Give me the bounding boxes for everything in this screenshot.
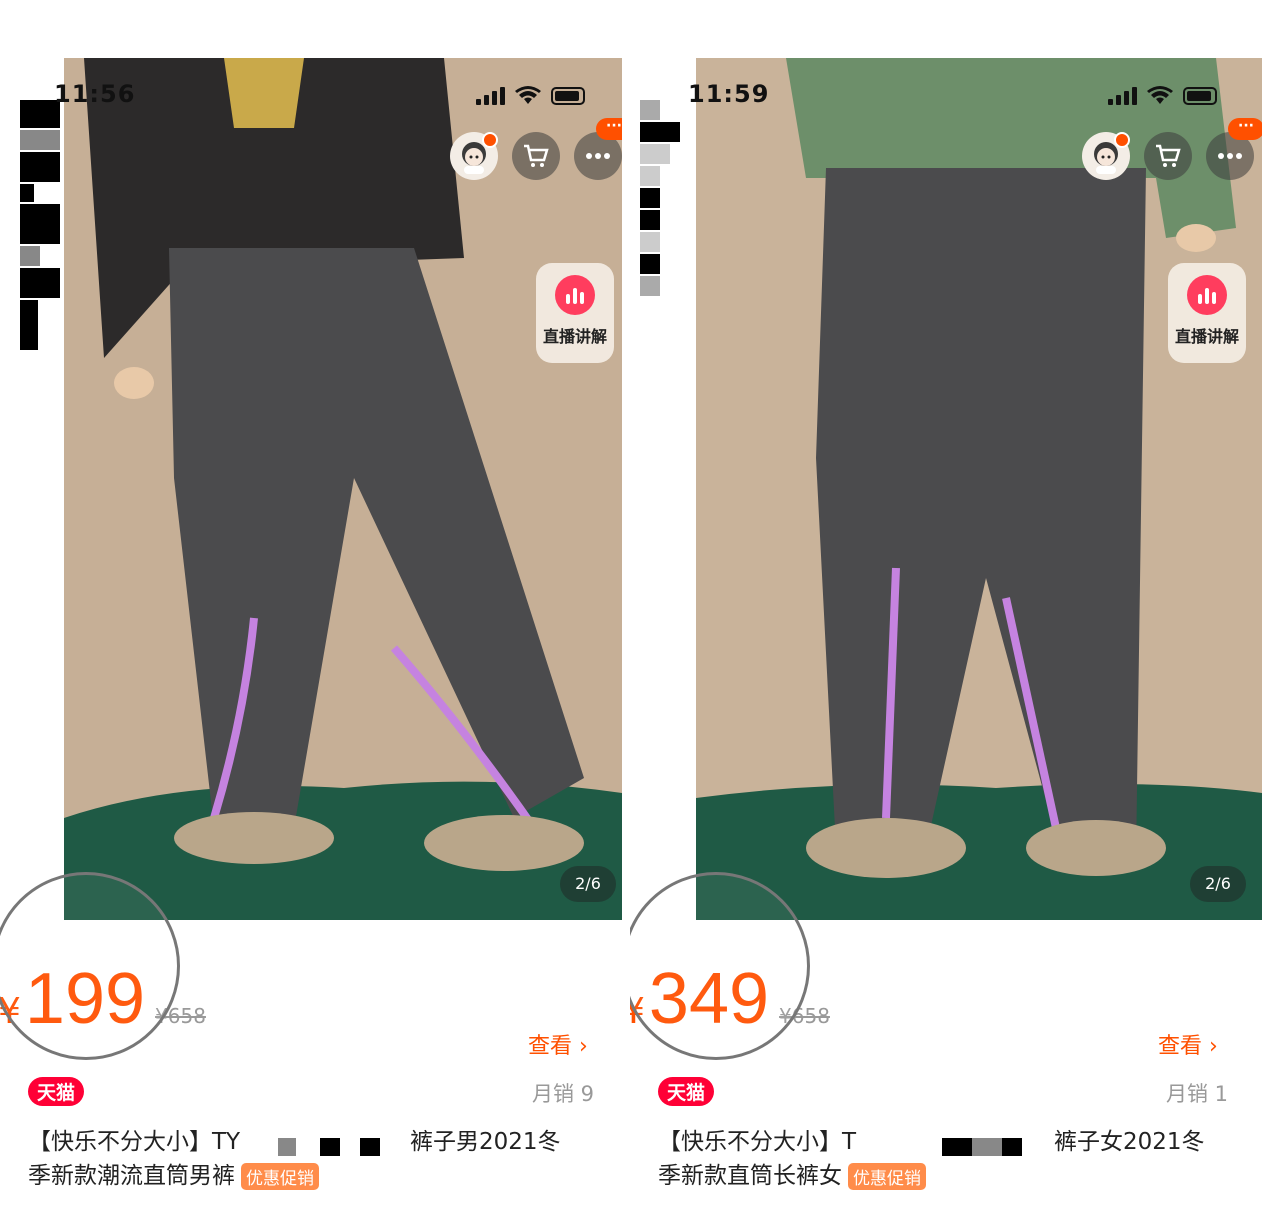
product-title-line2[interactable]: 季新款潮流直筒男裤 优惠促销: [28, 1156, 319, 1190]
product-photo[interactable]: [696, 58, 1262, 920]
redaction-block: [320, 1138, 340, 1156]
cart-icon[interactable]: [1144, 132, 1192, 180]
live-explain-button[interactable]: 直播讲解: [536, 263, 614, 363]
battery-icon: [1183, 87, 1217, 105]
cart-icon[interactable]: [512, 132, 560, 180]
notification-dot: [482, 132, 498, 148]
product-title-line2-text: 季新款直筒长裤女: [658, 1163, 842, 1189]
live-chart-icon: [1187, 275, 1227, 315]
status-icons: [1108, 86, 1217, 106]
more-badge: ···: [1228, 118, 1262, 140]
monthly-sales: 月销 1: [1166, 1082, 1229, 1106]
highlight-circle: [630, 872, 810, 1060]
top-actions: ···: [1082, 118, 1262, 180]
status-time: 11:59: [688, 80, 770, 108]
page-indicator: 2/6: [560, 866, 616, 902]
product-title-line2[interactable]: 季新款直筒长裤女 优惠促销: [658, 1156, 926, 1190]
product-title-end[interactable]: 裤子女2021冬: [1054, 1122, 1205, 1156]
product-title-line2-text: 季新款潮流直筒男裤: [28, 1163, 235, 1189]
wifi-icon: [1147, 86, 1173, 104]
highlight-circle: [0, 872, 180, 1060]
live-label: 直播讲解: [542, 327, 607, 346]
signal-icon: [476, 87, 505, 105]
product-title-end[interactable]: 裤子男2021冬: [410, 1122, 561, 1156]
avatar-icon[interactable]: [1082, 132, 1130, 180]
signal-icon: [1108, 87, 1137, 105]
product-info-card: ¥ 199 ¥658 查看 › 天猫 月销 9 【快乐不分大小】TY 裤子男20…: [0, 872, 614, 1190]
battery-icon: [551, 87, 585, 105]
more-badge: ···: [596, 118, 622, 140]
product-screen-2: 11:59 ··· 直播讲解 2/6 ¥ 349 ¥658 查看 › 天猫 月销…: [630, 58, 1262, 1190]
page-indicator: 2/6: [1190, 866, 1246, 902]
redaction-block: [942, 1138, 972, 1156]
promo-tag: 优惠促销: [848, 1163, 926, 1190]
tmall-badge: 天猫: [28, 1077, 85, 1106]
wifi-icon: [515, 86, 541, 104]
monthly-sales: 月销 9: [532, 1082, 595, 1106]
product-photo-art: [64, 58, 622, 920]
product-info-card: ¥ 349 ¥658 查看 › 天猫 月销 1 【快乐不分大小】T 裤子女202…: [630, 872, 1246, 1190]
notification-dot: [1114, 132, 1130, 148]
product-title-start[interactable]: 【快乐不分大小】T: [658, 1122, 856, 1156]
product-photo[interactable]: [64, 58, 622, 920]
product-screen-1: 11:56 ··· 直播讲解 2/6 ¥ 199 ¥658 查看 › 天猫 月销…: [0, 58, 622, 1190]
promo-tag: 优惠促销: [241, 1163, 319, 1190]
more-icon[interactable]: ···: [1206, 118, 1262, 180]
status-time: 11:56: [54, 80, 136, 108]
product-title-start[interactable]: 【快乐不分大小】TY: [28, 1122, 240, 1156]
tmall-badge: 天猫: [658, 1077, 715, 1106]
live-label: 直播讲解: [1174, 327, 1239, 346]
view-link[interactable]: 查看 ›: [528, 1028, 588, 1060]
product-photo-art: [696, 58, 1262, 920]
view-link[interactable]: 查看 ›: [1158, 1028, 1218, 1060]
status-icons: [476, 86, 585, 106]
live-explain-button[interactable]: 直播讲解: [1168, 263, 1246, 363]
redaction-block: [278, 1138, 296, 1156]
redaction-block: [972, 1138, 1002, 1156]
more-icon[interactable]: ···: [574, 118, 622, 180]
avatar-icon[interactable]: [450, 132, 498, 180]
redaction-block: [360, 1138, 380, 1156]
top-actions: ···: [450, 118, 622, 180]
live-chart-icon: [555, 275, 595, 315]
redaction-block: [1002, 1138, 1022, 1156]
